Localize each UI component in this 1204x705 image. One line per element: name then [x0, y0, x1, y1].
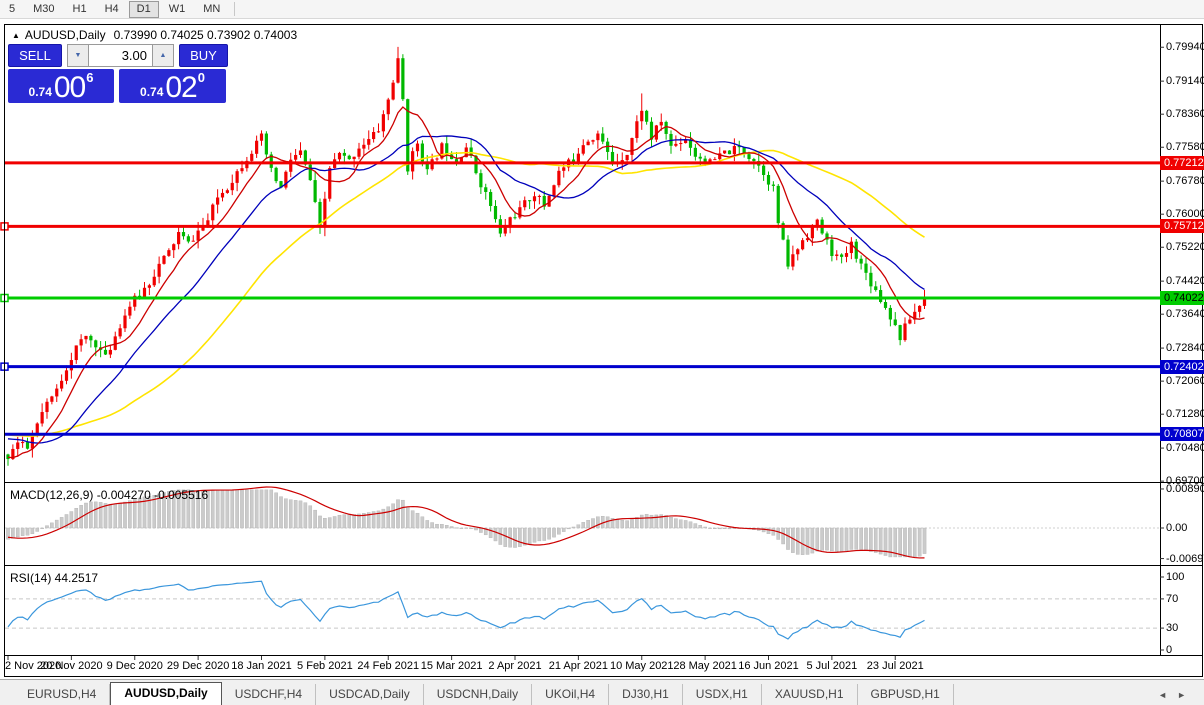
price-level-tag: 0.70807 — [1160, 427, 1204, 442]
rsi-axis-label: 0 — [1166, 644, 1173, 656]
trade-panel-prices: 0.74 00 6 0.74 02 0 — [8, 69, 228, 103]
date-axis-label: 24 Feb 2021 — [357, 660, 420, 672]
date-axis-label: 16 Jun 2021 — [738, 660, 799, 672]
price-axis-label: 0.78360 — [1166, 108, 1204, 121]
date-axis-label: 5 Feb 2021 — [297, 660, 353, 672]
price-axis-label: 0.71280 — [1166, 408, 1204, 421]
date-axis-label: 10 May 2021 — [609, 660, 674, 672]
arrow-up-icon: ▲ — [159, 52, 167, 59]
chart-tab-audusd[interactable]: AUDUSD,Daily — [110, 682, 222, 705]
price-axis-label: 0.79140 — [1166, 75, 1204, 88]
tab-scroll-arrows: ◄► — [1158, 690, 1196, 700]
date-axis-label: 18 Jan 2021 — [231, 660, 292, 672]
price-level-tag: 0.77212 — [1160, 155, 1204, 170]
trading-app: 5 M30 H1 H4 D1 W1 MN ▲ AUDUSD,Daily 0.73990 0.74… — [0, 0, 1204, 705]
date-axis-label: 28 May 2021 — [673, 660, 737, 672]
chart-title: ▲ AUDUSD,Daily 0.73990 0.74025 0.73902 0.7… — [12, 28, 297, 42]
ask-prefix: 0.74 — [140, 85, 164, 99]
rsi-axis-label: 70 — [1166, 592, 1179, 605]
chart-tab-dj30[interactable]: DJ30,H1 — [609, 684, 683, 705]
price-axis-label: 0.72060 — [1166, 375, 1204, 388]
chart-tab-usdcad[interactable]: USDCAD,Daily — [316, 684, 424, 705]
arrow-down-icon: ▼ — [74, 52, 82, 59]
price-axis-label: 0.77580 — [1166, 141, 1204, 154]
volume-stepper: ▼ 3.00 ▲ — [67, 44, 174, 67]
macd-axis-label: 0.00 — [1166, 522, 1188, 534]
ask-big-digits: 02 — [165, 71, 197, 103]
chart-tab-usdcnh[interactable]: USDCNH,Daily — [424, 684, 533, 705]
chart-tab-usdchf[interactable]: USDCHF,H4 — [222, 684, 317, 705]
one-click-trade-panel: SELL ▼ 3.00 ▲ BUY 0.74 00 6 0.74 02 0 — [8, 44, 228, 103]
bid-prefix: 0.74 — [28, 85, 52, 99]
macd-axis-label: 0.00890 — [1166, 482, 1204, 495]
date-axis-label: 29 Dec 2020 — [166, 660, 230, 672]
chart-ohlc-values: 0.73990 0.74025 0.73902 0.74003 — [113, 28, 298, 42]
price-axis-label: 0.72840 — [1166, 342, 1204, 355]
tab-scroll-left-icon[interactable]: ◄ — [1158, 690, 1177, 700]
date-axis-label: 20 Nov 2020 — [40, 660, 103, 672]
date-axis-label: 2 Apr 2021 — [488, 660, 542, 672]
rsi-axis-label: 100 — [1166, 571, 1185, 583]
bid-pipette: 6 — [86, 70, 94, 85]
price-axis-label: 0.76780 — [1166, 175, 1204, 188]
date-axis-label: 5 Jul 2021 — [806, 660, 858, 672]
price-axis-label: 0.70480 — [1166, 442, 1204, 455]
price-level-tag: 0.72402 — [1160, 359, 1204, 374]
ask-price[interactable]: 0.74 02 0 — [119, 69, 226, 103]
price-axis-label: 0.74420 — [1166, 275, 1204, 288]
rsi-axis-label: 30 — [1166, 622, 1179, 635]
volume-decrease-button[interactable]: ▼ — [67, 44, 89, 67]
chart-symbol-label: AUDUSD,Daily — [24, 28, 106, 42]
rsi-indicator-label: RSI(14) 44.2517 — [10, 571, 99, 585]
chart-tab-eurusd[interactable]: EURUSD,H4 — [14, 684, 111, 705]
chart-tab-ukoil[interactable]: UKOil,H4 — [532, 684, 610, 705]
price-axis-label: 0.75220 — [1166, 241, 1204, 254]
bid-big-digits: 00 — [53, 71, 86, 103]
chart-tab-gbpusd[interactable]: GBPUSD,H1 — [858, 684, 954, 705]
volume-increase-button[interactable]: ▲ — [152, 44, 174, 67]
sell-button[interactable]: SELL — [8, 44, 62, 67]
chart-tab-bar: EURUSD,H4 AUDUSD,Daily USDCHF,H4 USDCAD,Dai… — [0, 679, 1204, 705]
date-axis-label: 21 Apr 2021 — [548, 660, 609, 672]
buy-button[interactable]: BUY — [179, 44, 228, 67]
chart-tab-usdx[interactable]: USDX,H1 — [683, 684, 762, 705]
bid-price[interactable]: 0.74 00 6 — [8, 69, 114, 103]
macd-axis-label: -0.00697 — [1166, 552, 1204, 565]
price-level-tag: 0.75712 — [1160, 219, 1204, 234]
date-axis-label: 9 Dec 2020 — [106, 660, 163, 672]
price-axis-label: 0.79940 — [1166, 41, 1204, 54]
ask-pipette: 0 — [197, 70, 205, 85]
macd-indicator-label: MACD(12,26,9) -0.004270 -0.005516 — [10, 488, 209, 502]
date-axis-label: 15 Mar 2021 — [420, 660, 483, 672]
collapse-triangle-icon[interactable]: ▲ — [12, 31, 20, 40]
date-axis-label: 23 Jul 2021 — [866, 660, 924, 672]
volume-input[interactable]: 3.00 — [89, 44, 152, 67]
chart-canvas[interactable] — [0, 0, 1204, 705]
price-axis-label: 0.76000 — [1166, 208, 1204, 221]
price-level-tag: 0.74022 — [1160, 291, 1204, 305]
chart-tab-xauusd[interactable]: XAUUSD,H1 — [762, 684, 858, 705]
tab-scroll-right-icon[interactable]: ► — [1177, 690, 1196, 700]
price-axis-label: 0.73640 — [1166, 308, 1204, 321]
trade-panel-controls: SELL ▼ 3.00 ▲ BUY — [8, 44, 228, 67]
